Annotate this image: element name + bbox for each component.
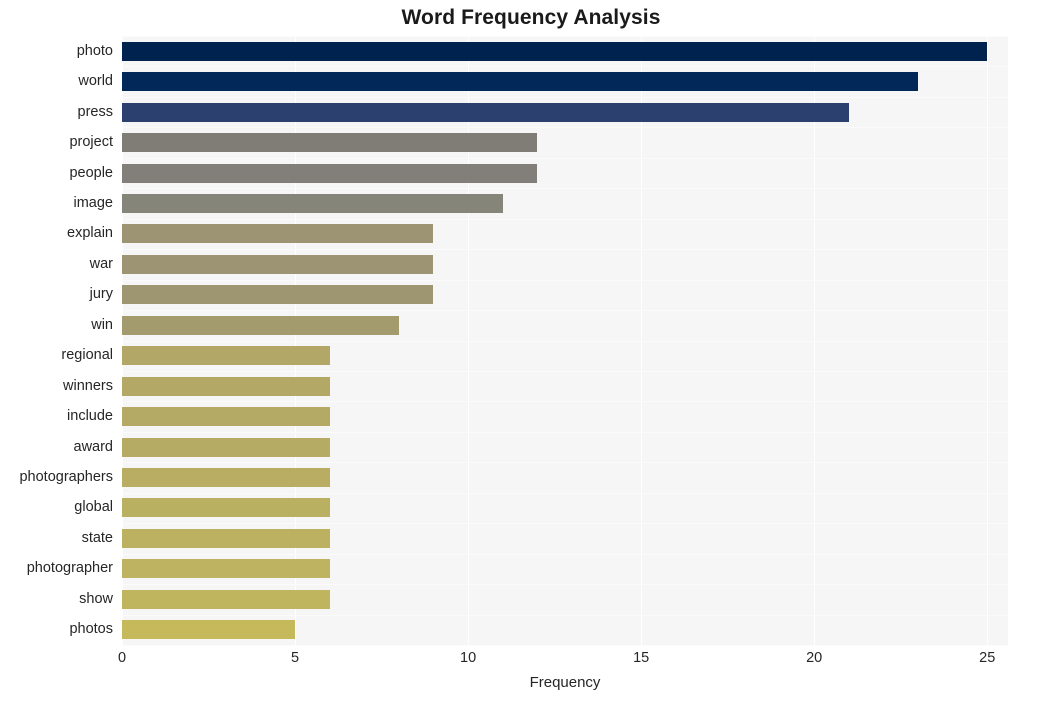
- word-frequency-chart: Word Frequency Analysis photo world press p…: [0, 0, 1062, 701]
- y-tick-label-war: war: [89, 255, 113, 272]
- y-tick-label-press: press: [77, 103, 113, 120]
- y-tick-label-project: project: [69, 134, 113, 151]
- y-tick-label-award: award: [73, 438, 114, 455]
- y-tick-label-photographer: photographer: [26, 560, 113, 577]
- x-tick-label-20: 20: [806, 650, 823, 666]
- x-tick-label-5: 5: [291, 650, 300, 666]
- x-tick-label-10: 10: [460, 650, 477, 666]
- x-tick-label-0: 0: [117, 650, 127, 666]
- y-tick-label-image: image: [73, 194, 114, 211]
- y-axis-tick-labels: photo world press project people image explain…: [0, 36, 1062, 645]
- y-tick-label-jury: jury: [89, 286, 113, 303]
- page-title: Word Frequency Analysis: [401, 6, 661, 29]
- y-tick-label-include: include: [67, 408, 113, 425]
- y-tick-label-people: people: [69, 164, 113, 181]
- y-tick-label-state: state: [81, 529, 113, 546]
- y-tick-label-win: win: [91, 316, 113, 333]
- y-tick-label-winners: winners: [63, 377, 113, 394]
- x-tick-label-15: 15: [633, 650, 650, 666]
- y-tick-label-photos: photos: [69, 621, 113, 638]
- y-tick-label-regional: regional: [61, 347, 113, 364]
- y-tick-label-show: show: [79, 590, 113, 607]
- y-tick-label-photo: photo: [76, 42, 113, 59]
- y-tick-label-photographers: photographers: [19, 469, 113, 486]
- y-tick-label-global: global: [74, 499, 113, 516]
- horizontal-gridline: [122, 645, 1008, 646]
- x-tick-label-25: 25: [979, 650, 996, 666]
- x-axis-label: Frequency: [529, 674, 601, 691]
- y-tick-label-explain: explain: [67, 225, 113, 242]
- y-tick-label-world: world: [78, 73, 113, 90]
- x-axis-tick-labels: 0 5 10 15 20 25: [0, 650, 1062, 672]
